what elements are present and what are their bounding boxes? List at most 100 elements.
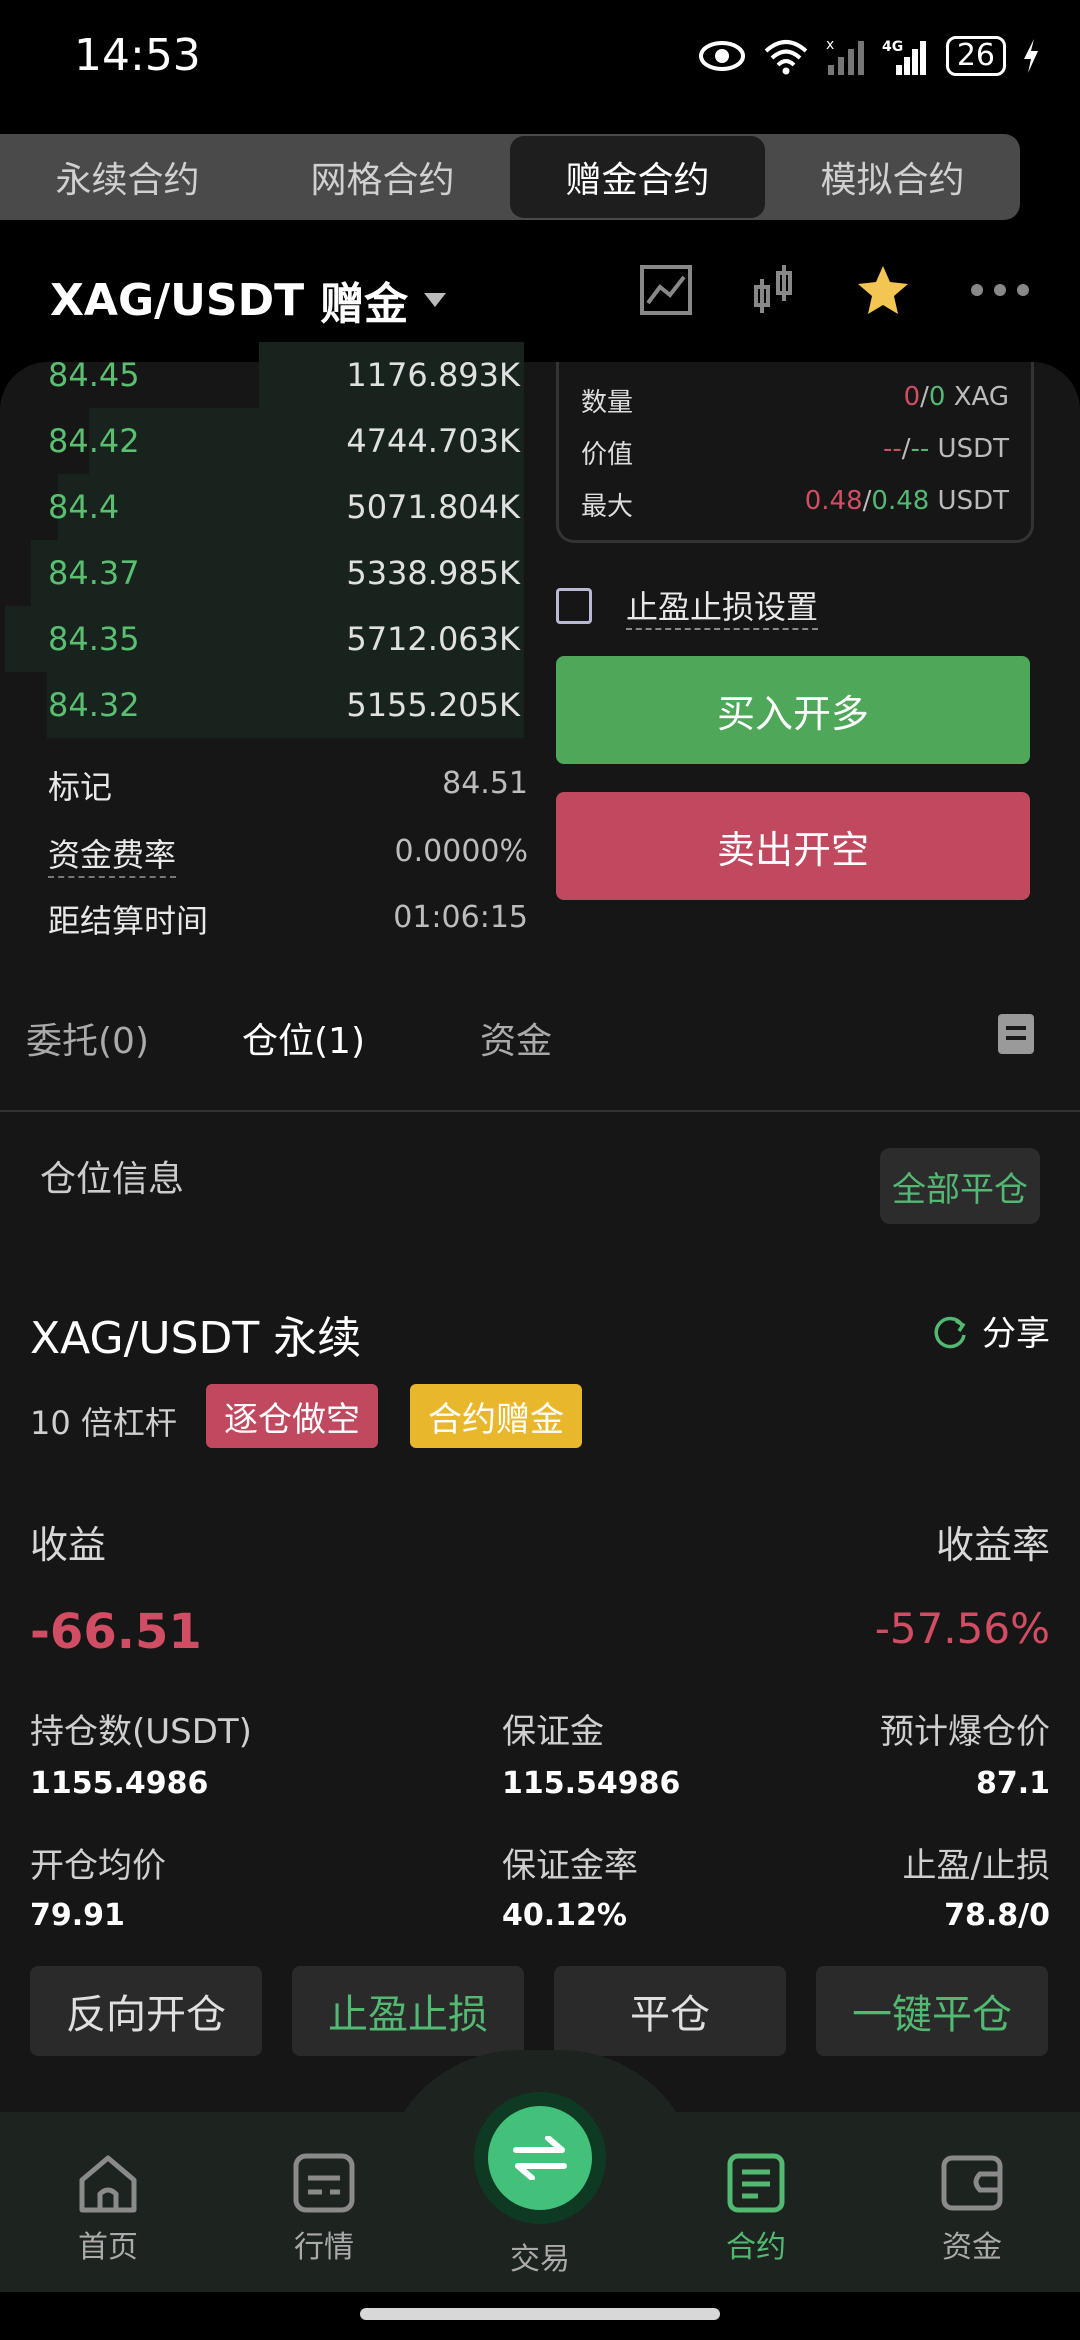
qty-b: 0 bbox=[928, 382, 946, 412]
candlestick-icon[interactable] bbox=[752, 265, 796, 315]
val-a: -- bbox=[883, 434, 902, 464]
close-position-button[interactable]: 平仓 bbox=[554, 1966, 786, 2056]
entry-label: 开仓均价 bbox=[30, 1846, 166, 1886]
funding-rate-row[interactable]: 资金费率 0.0000% bbox=[48, 830, 528, 890]
tpsl-label: 止盈止损设置 bbox=[626, 582, 819, 630]
tab-positions[interactable]: 仓位(1) bbox=[242, 1012, 365, 1064]
ob-qty: 1176.893K bbox=[346, 356, 520, 394]
margin-label: 保证金 bbox=[502, 1712, 604, 1752]
contract-type-tabs: 永续合约 网格合约 赠金合约 模拟合约 bbox=[0, 134, 1020, 220]
val-b: -- bbox=[910, 434, 930, 464]
liq-value: 87.1 bbox=[975, 1766, 1050, 1801]
settlement-row: 距结算时间 01:06:15 bbox=[48, 896, 528, 956]
ob-price: 84.45 bbox=[48, 356, 140, 394]
orderbook-row[interactable]: 84.35 5712.063K bbox=[0, 606, 530, 672]
home-indicator[interactable] bbox=[360, 2308, 720, 2320]
close-all-button[interactable]: 全部平仓 bbox=[880, 1148, 1040, 1224]
margin-ratio-label: 保证金率 bbox=[502, 1846, 638, 1886]
settle-value: 01:06:15 bbox=[393, 900, 528, 935]
tab-grid[interactable]: 网格合约 bbox=[255, 134, 510, 220]
max-b: 0.48 bbox=[871, 486, 930, 516]
wifi-icon bbox=[764, 40, 808, 75]
orderbook-row[interactable]: 84.37 5338.985K bbox=[0, 540, 530, 606]
more-icon[interactable] bbox=[970, 283, 1030, 297]
max-row: 最大 0.48/0.48 USDT bbox=[581, 486, 1009, 526]
orderbook-row[interactable]: 84.4 5071.804K bbox=[0, 474, 530, 540]
value-value: --/-- USDT bbox=[883, 434, 1009, 464]
nav-trade-label: 交易 bbox=[510, 2242, 570, 2277]
qty-a: 0 bbox=[903, 382, 921, 412]
tab-perpetual[interactable]: 永续合约 bbox=[0, 134, 255, 220]
nav-market[interactable]: 行情 bbox=[216, 2152, 432, 2266]
tpsl-checkbox[interactable] bbox=[556, 588, 592, 624]
tpsl-info-label: 止盈/止损 bbox=[902, 1846, 1050, 1886]
val-sep: / bbox=[901, 434, 911, 464]
max-a: 0.48 bbox=[804, 486, 863, 516]
pair-selector[interactable]: XAG/USDT 赠金 bbox=[50, 268, 447, 332]
max-value: 0.48/0.48 USDT bbox=[805, 486, 1009, 516]
tpsl-toggle[interactable]: 止盈止损设置 bbox=[556, 582, 819, 630]
nav-contract[interactable]: 合约 bbox=[648, 2152, 864, 2266]
svg-text:4G: 4G bbox=[882, 39, 903, 55]
tab-bonus[interactable]: 赠金合约 bbox=[510, 136, 765, 218]
margin-ratio-value: 40.12% bbox=[502, 1898, 627, 1933]
orderbook-row[interactable]: 84.45 1176.893K bbox=[0, 342, 530, 408]
reverse-position-button[interactable]: 反向开仓 bbox=[30, 1966, 262, 2056]
settle-label: 距结算时间 bbox=[48, 902, 209, 940]
charging-icon bbox=[1024, 39, 1038, 73]
status-time: 14:53 bbox=[74, 30, 201, 81]
qty-value: 0/0 XAG bbox=[904, 382, 1009, 412]
mark-price-row: 标记 84.51 bbox=[48, 762, 528, 822]
share-button[interactable]: 分享 bbox=[932, 1306, 1050, 1355]
ob-qty: 5712.063K bbox=[346, 620, 520, 658]
order-tabs: 委托(0) 仓位(1) 资金 bbox=[0, 1000, 1080, 1112]
buy-long-button[interactable]: 买入开多 bbox=[556, 656, 1030, 764]
line-chart-icon[interactable] bbox=[640, 265, 692, 315]
tab-demo[interactable]: 模拟合约 bbox=[765, 134, 1020, 220]
ob-qty: 5071.804K bbox=[346, 488, 520, 526]
funding-value: 0.0000% bbox=[394, 834, 528, 869]
val-unit: USDT bbox=[929, 434, 1009, 464]
value-row: 价值 --/-- USDT bbox=[581, 434, 1009, 474]
nav-contract-label: 合约 bbox=[726, 2230, 786, 2265]
leverage-label: 10 倍杠杆 bbox=[30, 1404, 177, 1442]
ob-price: 84.4 bbox=[48, 488, 120, 526]
position-symbol: XAG/USDT 永续 bbox=[30, 1313, 362, 1364]
status-bar: 14:53 x 4G 26 bbox=[0, 0, 1080, 120]
order-summary-box: 数量 0/0 XAG 价值 --/-- USDT 最大 0.48/0.48 USDT bbox=[556, 362, 1034, 543]
signal-4g-icon: 4G bbox=[882, 39, 926, 75]
quick-close-button[interactable]: 一键平仓 bbox=[816, 1966, 1048, 2056]
tab-orders[interactable]: 委托(0) bbox=[26, 1012, 149, 1064]
side-badge: 逐仓做空 bbox=[206, 1384, 378, 1448]
status-icons: x 4G 26 bbox=[698, 36, 1040, 76]
pnl-value: -66.51 bbox=[30, 1604, 202, 1660]
tpsl-info-value: 78.8/0 bbox=[944, 1898, 1050, 1933]
nav-market-label: 行情 bbox=[294, 2230, 354, 2265]
size-label: 持仓数(USDT) bbox=[30, 1712, 252, 1752]
roe-value: -57.56% bbox=[874, 1604, 1050, 1653]
margin-value: 115.54986 bbox=[502, 1766, 681, 1801]
nav-assets[interactable]: 资金 bbox=[864, 2152, 1080, 2266]
nav-home[interactable]: 首页 bbox=[0, 2152, 216, 2266]
nav-home-label: 首页 bbox=[78, 2230, 138, 2265]
qty-sep: / bbox=[920, 382, 929, 412]
wallet-icon bbox=[941, 2155, 1003, 2211]
orderbook-row[interactable]: 84.32 5155.205K bbox=[0, 672, 530, 738]
mark-value: 84.51 bbox=[442, 766, 528, 801]
max-unit: USDT bbox=[929, 486, 1009, 516]
sell-short-button[interactable]: 卖出开空 bbox=[556, 792, 1030, 900]
ob-price: 84.37 bbox=[48, 554, 140, 592]
list-icon[interactable] bbox=[998, 1014, 1034, 1054]
tab-assets[interactable]: 资金 bbox=[480, 1012, 552, 1064]
orderbook-row[interactable]: 84.42 4744.703K bbox=[0, 408, 530, 474]
star-icon[interactable] bbox=[856, 264, 910, 316]
pair-name: XAG/USDT bbox=[50, 274, 305, 326]
section-title: 仓位信息 bbox=[40, 1159, 185, 1200]
trade-button[interactable] bbox=[488, 2106, 592, 2210]
pair-mode: 赠金 bbox=[320, 279, 409, 330]
ob-price: 84.32 bbox=[48, 686, 140, 724]
qty-label: 数量 bbox=[581, 388, 634, 418]
pair-header: XAG/USDT 赠金 bbox=[0, 250, 1080, 340]
pnl-label: 收益 bbox=[30, 1523, 107, 1567]
tpsl-button[interactable]: 止盈止损 bbox=[292, 1966, 524, 2056]
